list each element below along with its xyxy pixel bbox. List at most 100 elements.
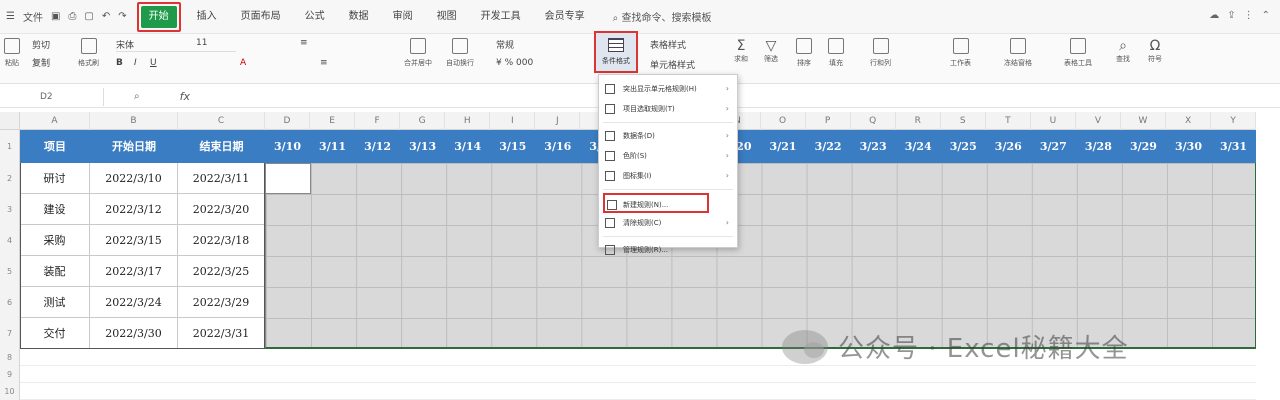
column-header-e[interactable]: E xyxy=(310,112,356,130)
cell-start[interactable]: 2022/3/30 xyxy=(90,318,178,349)
date-header-cell[interactable]: 3/13 xyxy=(400,130,445,163)
copy-button[interactable]: 复制 xyxy=(32,56,50,69)
date-header-cell[interactable]: 3/23 xyxy=(851,130,896,163)
column-header-y[interactable]: Y xyxy=(1211,112,1257,130)
sort-button[interactable]: 排序 xyxy=(796,38,812,68)
font-color-button[interactable]: A xyxy=(240,58,246,68)
column-header-g[interactable]: G xyxy=(400,112,446,130)
column-header-d[interactable]: D xyxy=(265,112,311,130)
menu-icon[interactable]: ☰ xyxy=(6,11,15,22)
cell-item[interactable]: 测试 xyxy=(20,287,90,318)
header-cell[interactable]: 项目 xyxy=(20,130,90,163)
paste-button[interactable]: 粘贴 xyxy=(4,38,20,68)
column-header-t[interactable]: T xyxy=(986,112,1031,130)
date-header-cell[interactable]: 3/29 xyxy=(1121,130,1166,163)
menu-item[interactable]: 数据条(D) › xyxy=(599,126,737,146)
fx-icon[interactable]: fx xyxy=(180,90,190,103)
date-header-cell[interactable]: 3/16 xyxy=(535,130,580,163)
column-header-q[interactable]: Q xyxy=(851,112,896,130)
redo-icon[interactable]: ↷ xyxy=(118,11,126,22)
date-header-cell[interactable]: 3/14 xyxy=(445,130,490,163)
tab-insert[interactable]: 插入 xyxy=(185,6,229,28)
date-header-cell[interactable]: 3/22 xyxy=(806,130,851,163)
table-style-button[interactable]: 表格样式 xyxy=(650,38,686,51)
percent-button[interactable]: ¥ % 000 xyxy=(496,58,533,68)
font-size-select[interactable]: 11 xyxy=(196,38,207,48)
date-header-cell[interactable]: 3/12 xyxy=(355,130,400,163)
cell-end[interactable]: 2022/3/31 xyxy=(178,318,265,349)
filter-button[interactable]: ▽ 筛选 xyxy=(764,38,778,64)
align-top-button[interactable]: ≡ xyxy=(300,38,308,48)
menu-item[interactable]: 项目选取规则(T) › xyxy=(599,99,737,119)
date-header-cell[interactable]: 3/11 xyxy=(310,130,355,163)
selected-cell[interactable] xyxy=(265,163,311,194)
cell-style-button[interactable]: 单元格样式 xyxy=(650,58,695,71)
cell-item[interactable]: 采购 xyxy=(20,225,90,256)
date-header-cell[interactable]: 3/25 xyxy=(941,130,986,163)
menu-item[interactable]: 清除规则(C) › xyxy=(599,213,737,233)
symbol-button[interactable]: Ω 符号 xyxy=(1148,38,1162,64)
row-header-9[interactable]: 9 xyxy=(0,366,20,383)
cell-end[interactable]: 2022/3/29 xyxy=(178,287,265,318)
column-header-u[interactable]: U xyxy=(1031,112,1076,130)
cell-start[interactable]: 2022/3/12 xyxy=(90,194,178,225)
row-header-4[interactable]: 4 xyxy=(0,225,20,256)
column-header-b[interactable]: B xyxy=(90,112,178,130)
column-header-j[interactable]: J xyxy=(535,112,581,130)
save-icon[interactable]: ▣ xyxy=(51,11,60,22)
row-header-2[interactable]: 2 xyxy=(0,163,20,194)
cell-start[interactable]: 2022/3/17 xyxy=(90,256,178,287)
tab-review[interactable]: 审阅 xyxy=(381,6,425,28)
tab-member[interactable]: 会员专享 xyxy=(533,6,597,28)
conditional-format-button[interactable]: 条件格式 xyxy=(594,31,638,73)
sum-button[interactable]: Σ 求和 xyxy=(734,38,748,64)
undo-icon[interactable]: ↶ xyxy=(102,11,110,22)
worksheet-button[interactable]: 工作表 xyxy=(950,38,971,68)
cut-button[interactable]: 剪切 xyxy=(32,38,50,51)
cell-end[interactable]: 2022/3/20 xyxy=(178,194,265,225)
cell-item[interactable]: 交付 xyxy=(20,318,90,349)
column-header-p[interactable]: P xyxy=(806,112,851,130)
zoom-icon[interactable]: ⌕ xyxy=(134,91,140,102)
cell-end[interactable]: 2022/3/18 xyxy=(178,225,265,256)
column-header-a[interactable]: A xyxy=(20,112,90,130)
cell-start[interactable]: 2022/3/15 xyxy=(90,225,178,256)
cell-item[interactable]: 研讨 xyxy=(20,163,90,194)
cell-end[interactable]: 2022/3/11 xyxy=(178,163,265,194)
menu-item[interactable]: 突出显示单元格规则(H) › xyxy=(599,79,737,99)
bold-button[interactable]: B xyxy=(116,58,123,68)
print-icon[interactable]: ⎙ xyxy=(68,11,76,22)
tab-page-layout[interactable]: 页面布局 xyxy=(229,6,293,28)
underline-button[interactable]: U xyxy=(150,58,157,68)
date-header-cell[interactable]: 3/24 xyxy=(896,130,941,163)
date-header-cell[interactable]: 3/10 xyxy=(265,130,310,163)
cell-item[interactable]: 装配 xyxy=(20,256,90,287)
column-header-x[interactable]: X xyxy=(1166,112,1212,130)
tab-view[interactable]: 视图 xyxy=(425,6,469,28)
tab-data[interactable]: 数据 xyxy=(337,6,381,28)
header-cell[interactable]: 开始日期 xyxy=(90,130,178,163)
column-header-r[interactable]: R xyxy=(896,112,941,130)
preview-icon[interactable]: ▢ xyxy=(84,11,93,22)
date-header-cell[interactable]: 3/30 xyxy=(1166,130,1211,163)
column-header-v[interactable]: V xyxy=(1076,112,1121,130)
row-header-3[interactable]: 3 xyxy=(0,194,20,225)
column-header-w[interactable]: W xyxy=(1121,112,1166,130)
date-header-cell[interactable]: 3/15 xyxy=(490,130,535,163)
date-header-cell[interactable]: 3/26 xyxy=(986,130,1031,163)
date-header-cell[interactable]: 3/28 xyxy=(1076,130,1121,163)
row-header-8[interactable]: 8 xyxy=(0,349,20,366)
font-family-select[interactable]: 宋体 xyxy=(116,38,236,52)
formula-input[interactable] xyxy=(200,88,1280,106)
tab-formulas[interactable]: 公式 xyxy=(293,6,337,28)
tab-home[interactable]: 开始 xyxy=(140,5,177,28)
row-header-10[interactable]: 10 xyxy=(0,383,20,400)
row-col-button[interactable]: 行和列 xyxy=(870,38,891,68)
more-icon[interactable]: ⋮ xyxy=(1244,10,1254,21)
file-menu[interactable]: 文件 xyxy=(23,9,43,24)
row-header-5[interactable]: 5 xyxy=(0,256,20,287)
column-header-s[interactable]: S xyxy=(941,112,986,130)
row-header-6[interactable]: 6 xyxy=(0,287,20,318)
cloud-icon[interactable]: ☁ xyxy=(1209,10,1219,21)
gantt-area[interactable] xyxy=(265,163,1256,349)
